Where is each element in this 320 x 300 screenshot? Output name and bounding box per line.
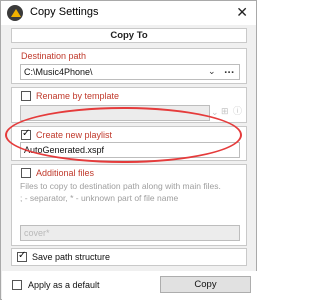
rename-checkbox[interactable]: [21, 91, 31, 101]
chevron-down-icon[interactable]: ⌄: [208, 67, 216, 77]
save-structure-label: Save path structure: [32, 252, 111, 262]
additional-files-group: Additional files Files to copy to destin…: [11, 164, 247, 246]
save-structure-checkbox[interactable]: [17, 250, 27, 262]
playlist-name-value: AutoGenerated.xspf: [24, 145, 105, 155]
rename-legend: Rename by template: [36, 91, 120, 101]
rename-template-combo: [20, 105, 210, 121]
close-icon[interactable]: ✕: [236, 5, 248, 19]
additional-files-legend: Additional files: [36, 168, 95, 178]
additional-files-hint-line1: Files to copy to destination path along …: [20, 181, 221, 191]
info-icon: ⓘ: [233, 107, 243, 117]
chevron-down-icon: ⌄: [211, 108, 219, 118]
insert-tag-icon: ⊞: [221, 107, 229, 117]
additional-files-placeholder: cover*: [24, 228, 50, 238]
section-header: Copy To: [11, 28, 247, 43]
playlist-group: Create new playlist AutoGenerated.xspf: [11, 126, 247, 161]
destination-group: Destination path C:\Music4Phone\ ⌄ ...: [11, 48, 247, 84]
additional-files-hint-line2: ; - separator, * - unknown part of file …: [20, 193, 179, 203]
browse-button[interactable]: ...: [224, 66, 234, 76]
additional-files-checkbox[interactable]: [21, 168, 31, 178]
apply-default-checkbox[interactable]: [12, 280, 22, 290]
apply-default-label: Apply as a default: [28, 280, 100, 290]
destination-path-combo[interactable]: C:\Music4Phone\: [20, 64, 240, 80]
additional-files-input: cover*: [20, 225, 240, 241]
destination-legend: Destination path: [21, 51, 87, 61]
playlist-checkbox[interactable]: [21, 128, 31, 140]
copy-button[interactable]: Copy: [160, 276, 251, 293]
save-structure-row: Save path structure: [11, 248, 247, 266]
app-logo-icon: [7, 5, 23, 21]
playlist-name-input[interactable]: AutoGenerated.xspf: [20, 142, 240, 158]
footer-bar: Apply as a default Copy: [2, 271, 257, 300]
rename-group: Rename by template ⌄ ⊞ ⓘ: [11, 87, 247, 123]
playlist-legend: Create new playlist: [36, 130, 113, 140]
window-title: Copy Settings: [30, 6, 99, 18]
destination-path-value: C:\Music4Phone\: [24, 67, 93, 77]
title-bar: Copy Settings ✕: [1, 1, 256, 25]
copy-settings-window: Copy Settings ✕ Copy To Destination path…: [0, 0, 257, 300]
